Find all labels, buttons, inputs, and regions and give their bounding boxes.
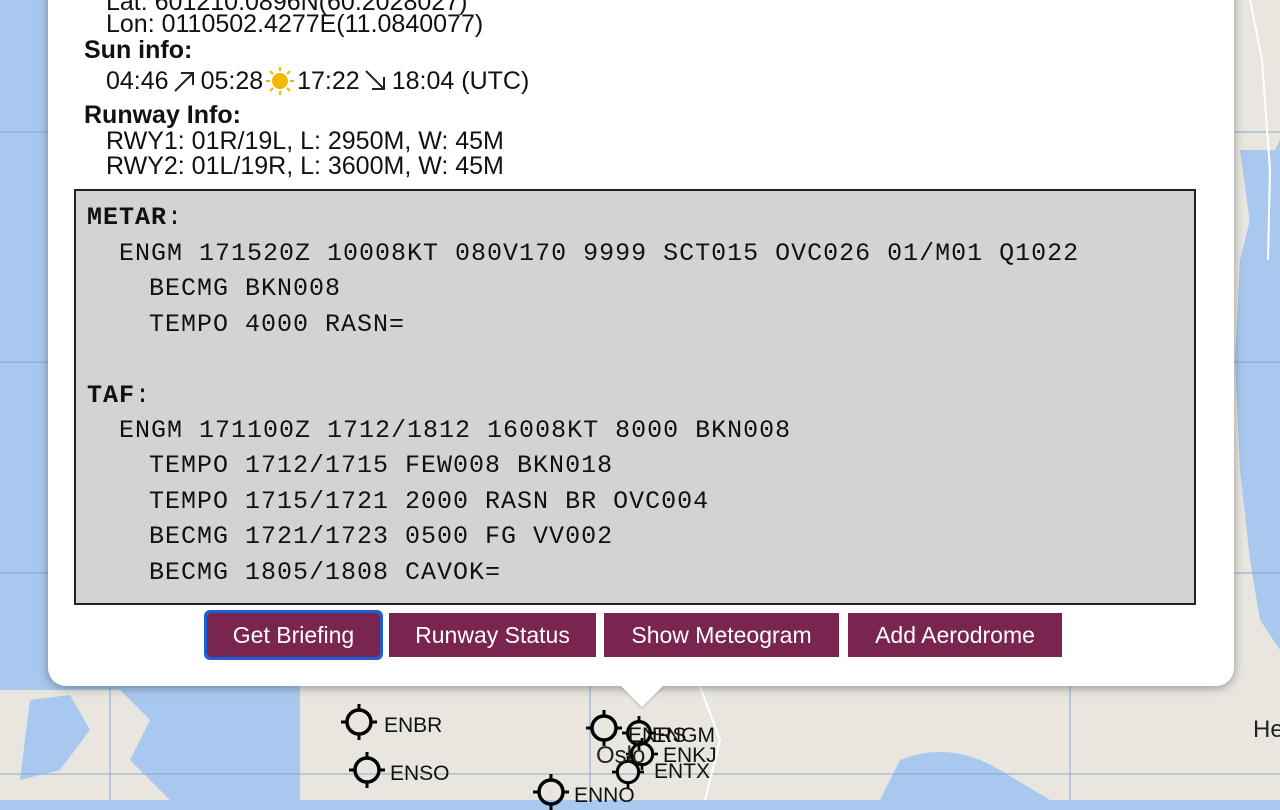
get-briefing-button[interactable]: Get Briefing bbox=[204, 610, 383, 660]
arrow-up-right-icon bbox=[173, 72, 194, 92]
aerodrome-marker-enso[interactable]: ENSO bbox=[349, 752, 489, 792]
sunrise-twilight-time: 04:46 bbox=[106, 66, 169, 95]
city-label-oslo: Oslo bbox=[596, 742, 646, 769]
taf-line: TEMPO 1715/1721 2000 RASN BR OVC004 bbox=[149, 487, 710, 516]
sunset-time: 17:22 bbox=[297, 66, 360, 95]
sun-info-row: 04:46 05:28 17:22 18:04 (UTC) bbox=[106, 66, 529, 96]
aerodrome-icon bbox=[341, 704, 377, 740]
runway-info-heading: Runway Info: bbox=[84, 101, 241, 129]
marker-label: ENBR bbox=[384, 714, 443, 737]
marker-label: ENSO bbox=[390, 762, 450, 785]
taf-line: BECMG 1805/1808 CAVOK= bbox=[149, 558, 502, 587]
weather-report-box: METAR: ENGM 171520Z 10008KT 080V170 9999… bbox=[74, 189, 1196, 605]
marker-label: ENNO bbox=[574, 784, 635, 807]
taf-heading: TAF: bbox=[87, 381, 152, 410]
aerodrome-marker-enbr[interactable]: ENBR bbox=[341, 704, 481, 744]
longitude-text: Lon: 0110502.4277E(11.0840077) bbox=[106, 10, 484, 38]
metar-line: ENGM 171520Z 10008KT 080V170 9999 SCT015… bbox=[119, 239, 1080, 268]
aerodrome-icon bbox=[349, 752, 385, 788]
taf-line: BECMG 1721/1723 0500 FG VV002 bbox=[149, 522, 614, 551]
sunrise-time: 05:28 bbox=[200, 66, 264, 95]
show-meteogram-button[interactable]: Show Meteogram bbox=[604, 613, 839, 657]
arrow-down-right-icon bbox=[364, 70, 385, 90]
aerodrome-icon bbox=[586, 710, 622, 746]
sunset-twilight-time: 18:04 bbox=[391, 66, 455, 95]
metar-line: TEMPO 4000 RASN= bbox=[149, 310, 406, 339]
timezone-label: (UTC) bbox=[461, 66, 530, 95]
city-label-edge: He bbox=[1253, 716, 1280, 743]
sun-icon bbox=[266, 67, 295, 95]
metar-line: BECMG BKN008 bbox=[149, 274, 342, 303]
add-aerodrome-button[interactable]: Add Aerodrome bbox=[848, 613, 1062, 657]
taf-line: ENGM 171100Z 1712/1812 16008KT 8000 BKN0… bbox=[119, 416, 792, 445]
taf-line: TEMPO 1712/1715 FEW008 BKN018 bbox=[149, 451, 614, 480]
runway-2-text: RWY2: 01L/19R, L: 3600M, W: 45M bbox=[106, 152, 504, 180]
aerodrome-icon bbox=[533, 774, 569, 810]
metar-heading: METAR: bbox=[87, 203, 184, 232]
marker-label: ENTX bbox=[654, 760, 711, 783]
sun-info-heading: Sun info: bbox=[84, 36, 193, 64]
runway-status-button[interactable]: Runway Status bbox=[389, 613, 596, 657]
aerodrome-marker-enno[interactable]: ENNO bbox=[533, 774, 643, 810]
popup-tail bbox=[620, 685, 664, 707]
